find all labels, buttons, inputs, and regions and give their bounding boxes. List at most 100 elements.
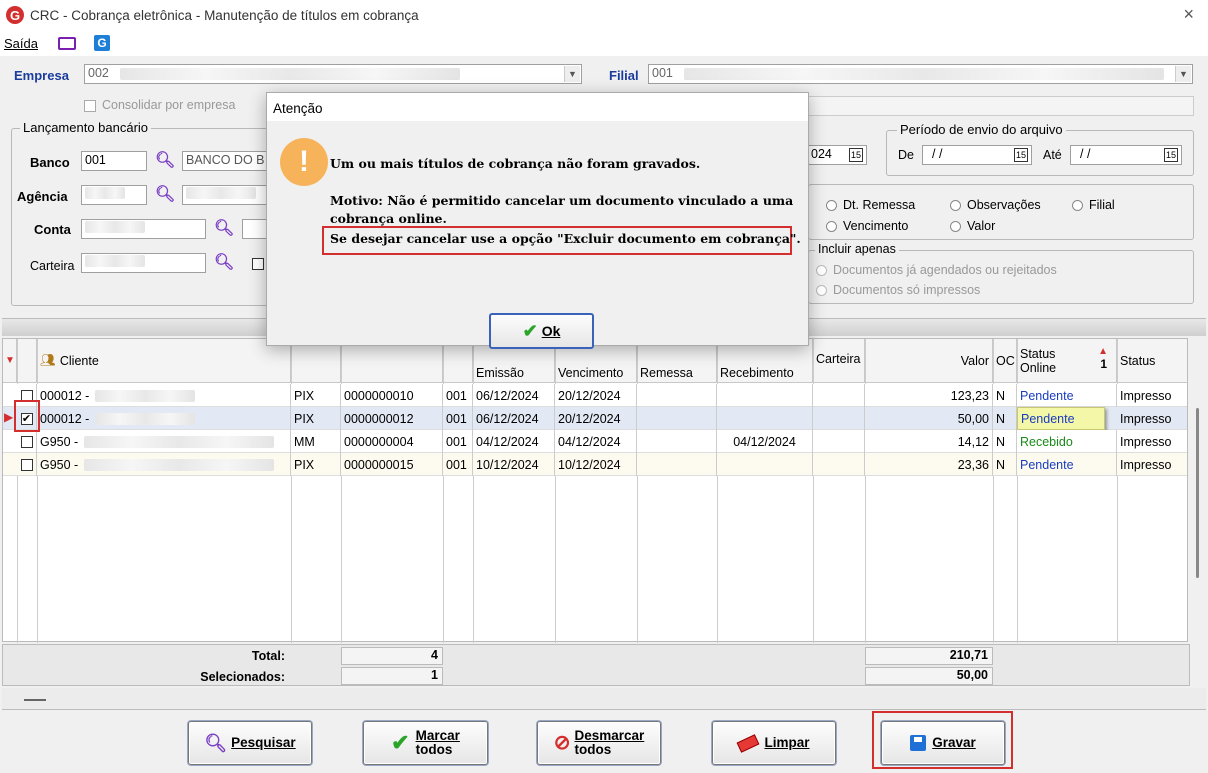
- marcar-todos-button[interactable]: ✔ Marcar todos: [363, 721, 488, 765]
- marcar-label: Marcar todos: [416, 729, 460, 757]
- radio-filial[interactable]: Filial: [1072, 198, 1115, 212]
- checkbox-icon[interactable]: [20, 435, 33, 448]
- de-date-input[interactable]: / / 15: [922, 145, 1032, 165]
- table-row[interactable]: G950 - MM 0000000004 001 04/12/2024 04/1…: [3, 430, 1187, 453]
- periodo-title: Período de envio do arquivo: [897, 122, 1066, 137]
- cell-seq: 001: [443, 430, 473, 453]
- save-icon: [910, 735, 927, 751]
- cell-emissao: 10/12/2024: [473, 453, 555, 476]
- empresa-combo[interactable]: 002 ▼: [84, 64, 582, 84]
- cell-recebimento: 04/12/2024: [717, 430, 813, 453]
- filial-combo[interactable]: 001 ▼: [648, 64, 1193, 84]
- header-valor[interactable]: Valor: [865, 339, 993, 383]
- carteira-checkbox[interactable]: [252, 258, 264, 270]
- radio-dt-remessa[interactable]: Dt. Remessa: [826, 198, 915, 212]
- checkbox-icon[interactable]: [20, 458, 33, 471]
- header-status-online[interactable]: Status Online ▲ 1: [1017, 339, 1117, 383]
- cell-status-online: Pendente: [1017, 407, 1105, 430]
- checkbox-icon[interactable]: [84, 99, 96, 112]
- header-oc[interactable]: OC: [993, 339, 1017, 383]
- date-partial-value: 024: [811, 147, 832, 161]
- header-label: Status: [1120, 353, 1156, 368]
- totals-panel: Total: 4 210,71 Selecionados: 1 50,00: [2, 644, 1190, 686]
- check-icon: ✔: [391, 730, 410, 755]
- radio-icon[interactable]: [1072, 200, 1083, 212]
- search-icon[interactable]: 🔍︎: [214, 252, 234, 272]
- radio-icon[interactable]: [950, 200, 961, 212]
- header-cliente[interactable]: 👥︎ Cliente: [37, 339, 291, 383]
- cell-cliente: 000012 -: [37, 407, 291, 430]
- desmarcar-label-line2: todos: [574, 742, 612, 757]
- table-row-selected[interactable]: ✔ 000012 - PIX 0000000012 001 06/12/2024…: [3, 407, 1187, 430]
- cell-recebimento: [717, 407, 813, 430]
- search-icon[interactable]: 🔍︎: [155, 184, 175, 204]
- app-g-icon[interactable]: G: [93, 35, 110, 51]
- cell-status: Impresso: [1120, 411, 1172, 426]
- consolidar-checkbox[interactable]: Consolidar por empresa: [84, 98, 235, 112]
- header-label: Cliente: [59, 353, 99, 368]
- conta-input[interactable]: [81, 219, 206, 239]
- dialog-message-3: cobrança online.: [330, 211, 447, 226]
- desmarcar-todos-button[interactable]: ⊘ Desmarcar todos: [537, 721, 661, 765]
- radio-vencimento[interactable]: Vencimento: [826, 219, 908, 233]
- disabled-field: [808, 96, 1194, 116]
- cell-remessa: [637, 453, 717, 476]
- radio-icon[interactable]: [826, 221, 837, 233]
- scrollbar-thumb[interactable]: [1196, 408, 1199, 578]
- header-carteira[interactable]: Carteira: [813, 339, 865, 383]
- selecionados-value: 50,00: [865, 667, 993, 685]
- radio-icon[interactable]: [950, 221, 961, 233]
- ok-button[interactable]: ✔ Ok: [489, 313, 594, 349]
- vertical-scrollbar[interactable]: [1190, 338, 1206, 642]
- calendar-icon[interactable]: 15: [848, 148, 863, 162]
- gravar-button[interactable]: Gravar: [881, 721, 1005, 765]
- eraser-icon: [737, 733, 760, 753]
- header-status[interactable]: Status: [1117, 339, 1187, 383]
- cell-seq: 001: [443, 453, 473, 476]
- table-row[interactable]: 000012 - PIX 0000000010 001 06/12/2024 2…: [3, 384, 1187, 407]
- monitor-icon[interactable]: [57, 36, 76, 50]
- agencia-label: Agência: [17, 189, 68, 204]
- header-label: Remessa: [640, 366, 693, 380]
- dialog-message-2: Motivo: Não é permitido cancelar um docu…: [330, 193, 794, 208]
- ate-date-input[interactable]: / / 15: [1070, 145, 1182, 165]
- cell-emissao: 04/12/2024: [473, 430, 555, 453]
- calendar-icon[interactable]: 15: [1013, 148, 1028, 162]
- cell-recebimento: [717, 384, 813, 407]
- search-icon[interactable]: 🔍︎: [214, 218, 234, 238]
- close-icon[interactable]: ×: [1183, 4, 1194, 25]
- cell-emissao: 06/12/2024: [473, 407, 555, 430]
- radio-label: Filial: [1089, 198, 1115, 212]
- radio-observacoes[interactable]: Observações: [950, 198, 1041, 212]
- cell-doc: 0000000012: [341, 407, 443, 430]
- chevron-down-icon[interactable]: ▼: [1175, 66, 1191, 82]
- cell-seq: 001: [443, 407, 473, 430]
- calendar-icon[interactable]: 15: [1163, 148, 1178, 162]
- cell-valor: 50,00: [865, 407, 993, 430]
- limpar-button[interactable]: Limpar: [712, 721, 836, 765]
- chevron-down-icon[interactable]: ▼: [564, 66, 580, 82]
- search-icon[interactable]: 🔍︎: [155, 150, 175, 170]
- total-label: Total:: [251, 649, 285, 663]
- row-checkbox[interactable]: [17, 430, 37, 453]
- radio-icon[interactable]: [826, 200, 837, 212]
- cell-vencimento: 04/12/2024: [555, 430, 637, 453]
- banco-input[interactable]: 001: [81, 151, 147, 171]
- radio-impressos[interactable]: Documentos só impressos: [816, 283, 980, 297]
- row-checkbox[interactable]: [17, 453, 37, 476]
- menu-saida[interactable]: Saída: [4, 36, 38, 51]
- carteira-input[interactable]: [81, 253, 206, 273]
- cell-seq: 001: [443, 384, 473, 407]
- agencia-input[interactable]: [81, 185, 147, 205]
- table-row[interactable]: G950 - PIX 0000000015 001 10/12/2024 10/…: [3, 453, 1187, 476]
- header-label: OC: [996, 353, 1015, 368]
- app-logo-icon: G: [6, 6, 24, 24]
- date-field-partial[interactable]: 024 15: [807, 145, 867, 165]
- radio-valor[interactable]: Valor: [950, 219, 995, 233]
- minus-icon[interactable]: [24, 699, 46, 701]
- radio-icon[interactable]: [816, 265, 827, 277]
- cell-status: Impresso: [1120, 388, 1172, 403]
- radio-icon[interactable]: [816, 285, 827, 297]
- radio-agendados[interactable]: Documentos já agendados ou rejeitados: [816, 263, 1057, 277]
- pesquisar-button[interactable]: 🔍︎ Pesquisar: [188, 721, 312, 765]
